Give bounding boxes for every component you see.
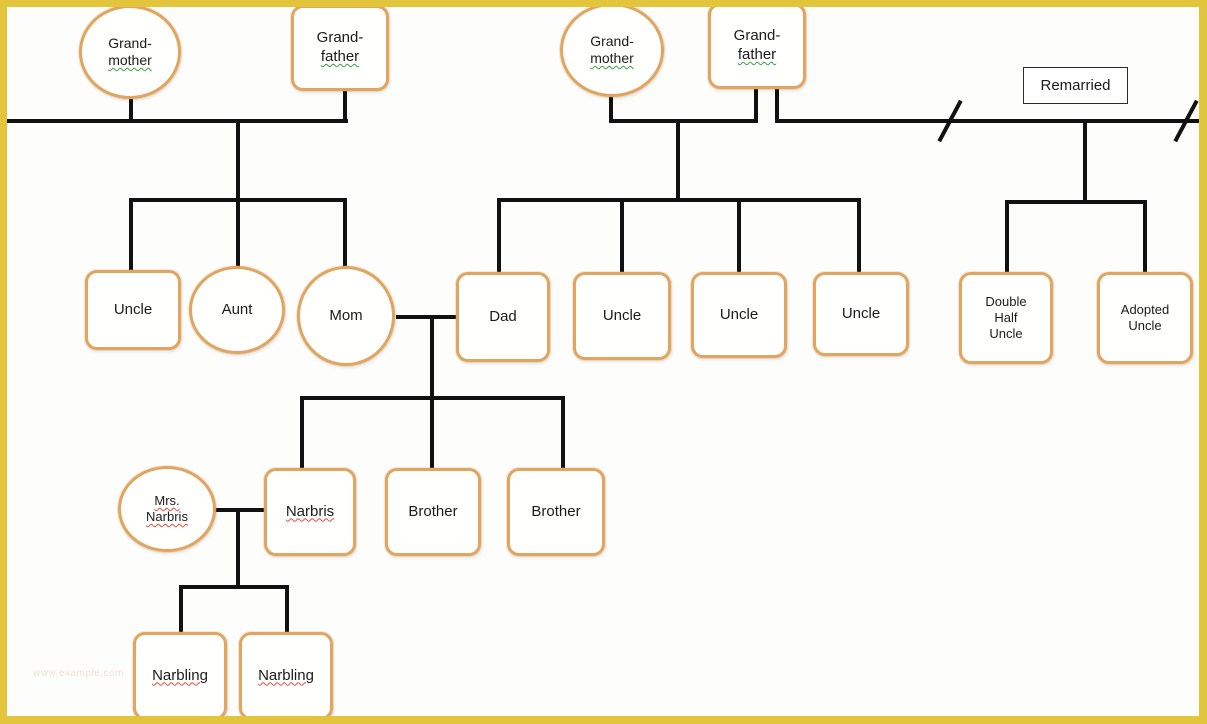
node-label-line3: Uncle	[989, 326, 1023, 342]
frame-bottom	[0, 716, 1207, 724]
node-adopted-uncle[interactable]: Adopted Uncle	[1097, 272, 1193, 364]
drop-adopted-uncle	[1143, 200, 1147, 272]
drop-dad	[497, 198, 501, 272]
drop-uncle-left	[129, 198, 133, 270]
node-label: Narbling	[152, 666, 208, 684]
node-label-line2: Uncle	[1128, 318, 1162, 333]
node-label: Dad	[489, 307, 517, 325]
node-label: Grand- father	[730, 27, 785, 65]
drop-narbling-1	[179, 585, 183, 633]
node-uncle-left[interactable]: Uncle	[85, 270, 181, 350]
node-label: Uncle	[841, 304, 881, 322]
drop-narbris	[300, 396, 304, 468]
node-grandmother-1[interactable]: Grand- mother	[79, 5, 181, 99]
node-label: Narbling	[258, 666, 314, 684]
node-narbling-1[interactable]: Narbling	[133, 632, 227, 720]
sibling-bar-narblings	[179, 585, 289, 589]
node-grandmother-2[interactable]: Grand- mother	[560, 3, 664, 97]
node-label-line1: Mrs.	[154, 492, 180, 508]
frame-right	[1199, 0, 1207, 724]
node-label: Double Half Uncle	[981, 294, 1030, 343]
stem-grandfather-2-second-marriage	[775, 88, 779, 123]
node-aunt[interactable]: Aunt	[189, 266, 285, 354]
drop-mom	[343, 198, 347, 270]
node-grandfather-2[interactable]: Grand- father	[708, 3, 806, 89]
remarried-label-box: Remarried	[1023, 67, 1128, 104]
node-label: Aunt	[221, 300, 253, 318]
node-dad[interactable]: Dad	[456, 272, 550, 362]
drop-uncle-m1	[620, 198, 624, 272]
node-label: Grand- mother	[104, 35, 156, 70]
node-label: Adopted Uncle	[1117, 302, 1173, 335]
family-tree-canvas: Grand- mother Grand- father Grand- mothe…	[0, 0, 1207, 724]
node-label: Narbris	[285, 502, 335, 520]
marriage-line-remarried	[775, 119, 1203, 123]
frame-top	[0, 0, 1207, 7]
node-narbris[interactable]: Narbris	[264, 468, 356, 556]
node-label: Grand- mother	[586, 33, 638, 68]
node-label: Uncle	[113, 300, 153, 318]
node-label-line2: mother	[108, 52, 152, 68]
node-double-half-uncle[interactable]: Double Half Uncle	[959, 272, 1053, 364]
node-label-line2: mother	[590, 50, 634, 66]
stem-grandfather-1	[343, 90, 347, 123]
node-label-line2: father	[320, 48, 360, 65]
descent-left-couple	[236, 119, 240, 200]
drop-brother-1	[430, 396, 434, 468]
node-label: Uncle	[719, 305, 759, 323]
node-uncle-m1[interactable]: Uncle	[573, 272, 671, 360]
drop-aunt	[236, 198, 240, 270]
node-label-line1: Grand-	[108, 34, 152, 51]
descent-narbris-couple	[236, 508, 240, 587]
node-narbling-2[interactable]: Narbling	[239, 632, 333, 720]
frame-left	[0, 0, 7, 724]
node-label-line1: Grand-	[590, 32, 634, 49]
sibling-bar-middle	[497, 198, 861, 202]
node-label-line2: Narbris	[146, 509, 188, 524]
node-label: Brother	[531, 502, 581, 520]
descent-remarried-couple	[1083, 119, 1087, 202]
node-label: Brother	[408, 502, 458, 520]
node-label-line2: Half	[994, 309, 1018, 325]
descent-mom-dad	[430, 315, 434, 398]
node-label-line1: Double	[985, 293, 1027, 309]
drop-double-half-uncle	[1005, 200, 1009, 272]
node-mrs-narbris[interactable]: Mrs. Narbris	[118, 466, 216, 552]
node-label-line2: father	[737, 46, 777, 63]
node-label-line1: Grand-	[733, 27, 781, 45]
node-label: Mrs. Narbris	[142, 493, 192, 526]
node-uncle-m2[interactable]: Uncle	[691, 272, 787, 358]
node-mom[interactable]: Mom	[297, 266, 395, 366]
descent-middle-couple	[676, 119, 680, 200]
sibling-bar-right	[1005, 200, 1147, 204]
drop-uncle-m2	[737, 198, 741, 272]
node-label: Uncle	[602, 306, 642, 324]
node-brother-2[interactable]: Brother	[507, 468, 605, 556]
stem-grandfather-2	[754, 88, 758, 123]
node-grandfather-1[interactable]: Grand- father	[291, 5, 389, 91]
drop-brother-2	[561, 396, 565, 468]
node-label: Mom	[329, 306, 363, 324]
drop-narbling-2	[285, 585, 289, 633]
node-uncle-m3[interactable]: Uncle	[813, 272, 909, 356]
drop-uncle-m3	[857, 198, 861, 272]
marriage-line-left	[0, 119, 348, 123]
node-label-line1: Adopted	[1120, 301, 1170, 317]
node-label-line1: Grand-	[316, 29, 364, 47]
marriage-line-middle	[609, 119, 758, 123]
node-label: Grand- father	[313, 29, 368, 67]
remarried-label: Remarried	[1040, 77, 1111, 94]
node-brother-1[interactable]: Brother	[385, 468, 481, 556]
